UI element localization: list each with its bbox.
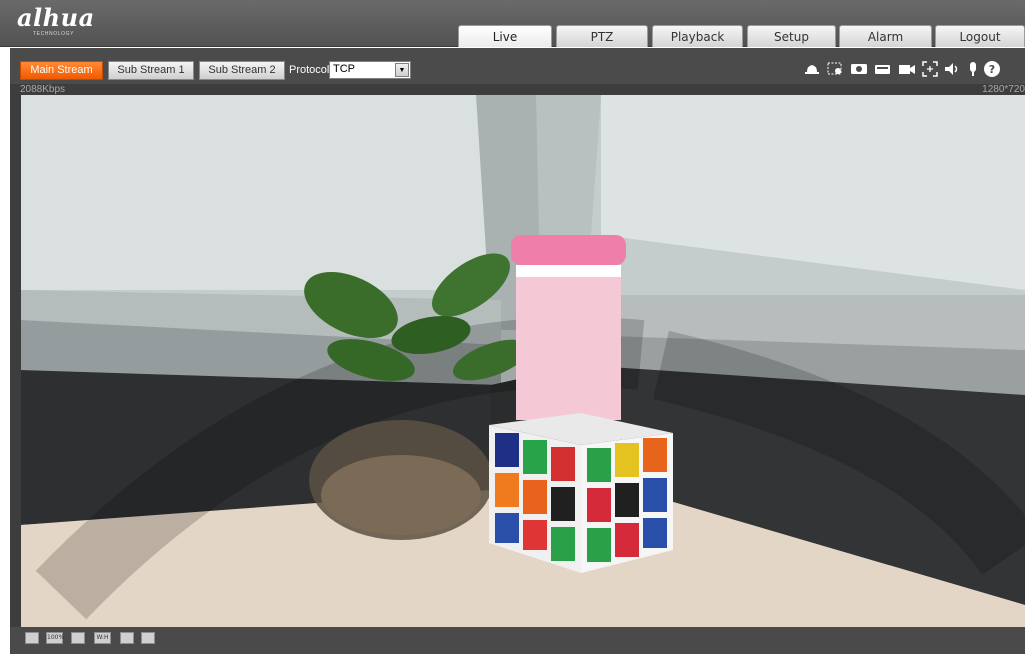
header-bar: alhua TECHNOLOGY Live PTZ Playback Setup… bbox=[0, 0, 1025, 47]
live-video-view[interactable] bbox=[21, 95, 1025, 627]
tab-live[interactable]: Live bbox=[458, 25, 552, 47]
tab-logout[interactable]: Logout bbox=[935, 25, 1025, 47]
tab-setup[interactable]: Setup bbox=[747, 25, 836, 47]
help-icon[interactable]: ? bbox=[983, 60, 1001, 78]
width-height-icon[interactable]: W:H bbox=[94, 632, 111, 644]
snapshot-icon[interactable] bbox=[874, 60, 892, 78]
fit-window-icon[interactable] bbox=[71, 632, 85, 644]
fullscreen-icon[interactable] bbox=[921, 60, 939, 78]
protocol-select[interactable]: TCP ▼ bbox=[329, 61, 411, 79]
camera-scene-image bbox=[21, 95, 1025, 627]
image-adjust-icon[interactable] bbox=[25, 632, 39, 644]
protocol-label: Protocol bbox=[289, 64, 330, 76]
left-margin bbox=[0, 48, 10, 654]
sub-stream-2-button[interactable]: Sub Stream 2 bbox=[199, 61, 285, 80]
speaker-icon[interactable] bbox=[943, 60, 961, 78]
video-camera-icon[interactable] bbox=[898, 60, 916, 78]
svg-text:?: ? bbox=[989, 63, 995, 76]
sub-stream-1-button[interactable]: Sub Stream 1 bbox=[108, 61, 194, 80]
chevron-down-icon[interactable]: ▼ bbox=[395, 63, 409, 77]
region-zoom-icon[interactable] bbox=[826, 60, 844, 78]
full-view-icon[interactable] bbox=[120, 632, 134, 644]
record-icon[interactable] bbox=[850, 60, 868, 78]
protocol-value: TCP bbox=[333, 63, 355, 75]
tab-ptz[interactable]: PTZ bbox=[556, 25, 648, 47]
bitrate-readout: 2088Kbps bbox=[20, 84, 66, 95]
main-stream-button[interactable]: Main Stream bbox=[20, 61, 103, 80]
brand-logo-subtitle: TECHNOLOGY bbox=[33, 31, 75, 37]
microphone-icon[interactable] bbox=[964, 60, 982, 78]
tab-playback[interactable]: Playback bbox=[652, 25, 743, 47]
brand-logo: alhua bbox=[17, 3, 95, 32]
original-size-icon[interactable]: 100% bbox=[46, 632, 64, 644]
expand-icon[interactable] bbox=[141, 632, 155, 644]
video-control-bar: 100% W:H bbox=[10, 627, 1025, 654]
tab-alarm[interactable]: Alarm bbox=[839, 25, 932, 47]
resolution-readout: 1280*720 bbox=[982, 84, 1025, 95]
live-toolbar: Main Stream Sub Stream 1 Sub Stream 2 Pr… bbox=[0, 48, 1025, 84]
bell-icon[interactable] bbox=[803, 60, 821, 78]
